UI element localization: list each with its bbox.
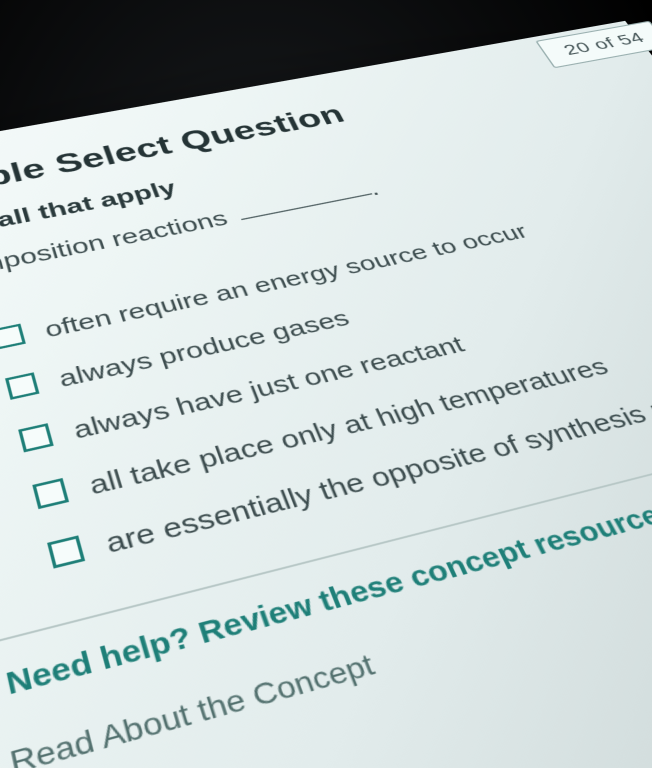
- checkbox-icon[interactable]: [32, 478, 69, 509]
- checkbox-icon[interactable]: [5, 372, 39, 400]
- checkbox-icon[interactable]: [0, 324, 26, 350]
- fill-blank: [241, 193, 372, 220]
- viewport: 20 of 54 Multiple Select Question Select…: [0, 0, 652, 768]
- checkbox-icon[interactable]: [18, 423, 54, 452]
- checkbox-icon[interactable]: [47, 535, 85, 568]
- question-card: 20 of 54 Multiple Select Question Select…: [0, 21, 652, 768]
